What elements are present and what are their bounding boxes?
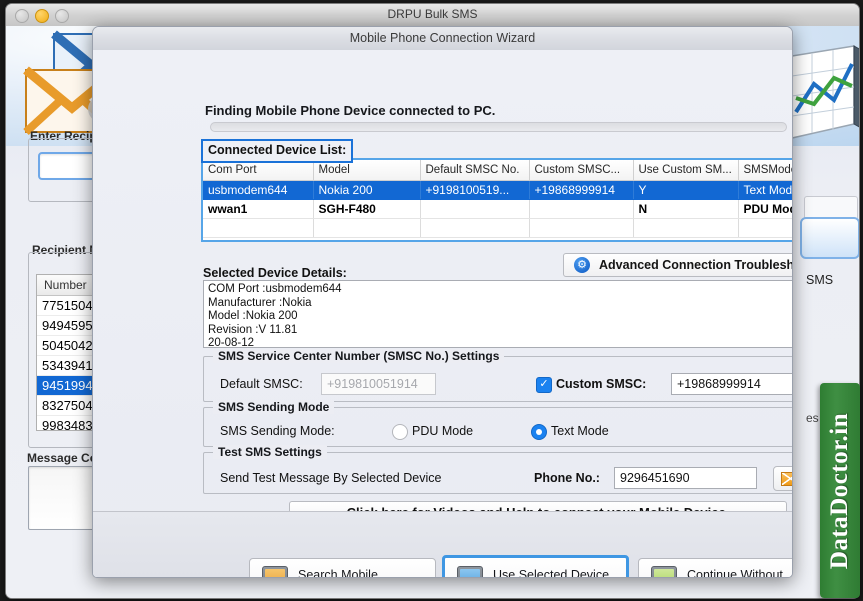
default-smsc-label: Default SMSC: (220, 377, 303, 391)
advanced-button-label: Advanced Connection Troubleshooting (599, 258, 793, 272)
device-table-row[interactable]: wwan1 SGH-F480 N PDU Mode (203, 199, 792, 219)
continue-button-label: Continue Without Device Selection (687, 568, 783, 578)
cell-default-smsc: +9198100519... (420, 180, 530, 200)
column-header-sms-mode[interactable]: SMSMode (738, 160, 792, 181)
main-window-title: DRPU Bulk SMS (387, 7, 478, 21)
test-sms-description: Send Test Message By Selected Device (220, 471, 442, 485)
cell-custom-smsc: +19868999914 (529, 180, 634, 200)
column-header-use-custom-smsc[interactable]: Use Custom SM... (633, 160, 739, 181)
cell-use-custom: N (633, 199, 739, 219)
desktop-background: DRPU Bulk SMS Enter Recip Recipient N Nu… (0, 0, 863, 601)
cell-com-port (203, 218, 314, 238)
cell-sms-mode (738, 218, 792, 238)
sms-sending-mode-legend: SMS Sending Mode (213, 400, 335, 414)
search-mobile-device-again-button[interactable]: Search Mobile Device Again (249, 558, 436, 578)
continue-without-device-button[interactable]: ✖ Continue Without Device Selection (638, 558, 792, 578)
cell-com-port: wwan1 (203, 199, 314, 219)
watermark-datadoctor: DataDoctor.in (820, 383, 860, 598)
cell-custom-smsc (529, 199, 634, 219)
cell-default-smsc (420, 199, 530, 219)
radio-pdu-mode[interactable] (392, 424, 408, 440)
phone-cancel-icon: ✖ (651, 566, 677, 577)
column-header-model[interactable]: Model (313, 160, 421, 181)
column-header-com-port[interactable]: Com Port (203, 160, 314, 181)
cell-custom-smsc (529, 218, 634, 238)
watermark-text: DataDoctor.in (826, 412, 854, 569)
connected-device-list-label: Connected Device List: (201, 139, 354, 163)
search-button-line1: Search Mobile (298, 568, 378, 578)
custom-smsc-input[interactable]: +19868999914 (671, 373, 792, 395)
send-test-sms-button[interactable]: Send (773, 466, 792, 491)
phone-no-label: Phone No.: (534, 471, 600, 485)
sms-partial-label: SMS (806, 273, 834, 287)
cell-model: Nokia 200 (313, 180, 421, 200)
cell-model (313, 218, 421, 238)
device-table-row-selected[interactable]: usbmodem644 Nokia 200 +9198100519... +19… (203, 180, 792, 200)
finding-device-heading: Finding Mobile Phone Device connected to… (205, 103, 496, 118)
use-selected-device-button[interactable]: ✔ Use Selected Device to Send SMS (442, 555, 629, 578)
phone-check-icon: ✔ (457, 566, 483, 577)
selected-device-details-label: Selected Device Details: (203, 266, 347, 280)
search-button-label: Search Mobile Device Again (298, 568, 378, 578)
cell-sms-mode: PDU Mode (738, 199, 792, 219)
cell-sms-mode: Text Mode (738, 180, 792, 200)
cell-use-custom (633, 218, 739, 238)
sms-sending-mode-label: SMS Sending Mode: (220, 424, 335, 438)
continue-button-line1: Continue Without (687, 568, 783, 578)
connected-device-table[interactable]: Com Port Model Default SMSC No. Custom S… (201, 158, 792, 242)
custom-smsc-checkbox[interactable]: ✓ (536, 377, 552, 393)
device-table-header-row: Com Port Model Default SMSC No. Custom S… (203, 160, 792, 181)
use-button-label: Use Selected Device to Send SMS (493, 568, 610, 578)
test-sms-settings-legend: Test SMS Settings (213, 445, 327, 459)
gear-icon: ⚙ (574, 257, 590, 273)
advanced-connection-troubleshooting-button[interactable]: ⚙ Advanced Connection Troubleshooting (563, 253, 793, 277)
test-phone-input[interactable]: 9296451690 (614, 467, 757, 489)
column-header-custom-smsc[interactable]: Custom SMSC... (529, 160, 634, 181)
cell-com-port: usbmodem644 (203, 180, 314, 200)
smsc-settings-legend: SMS Service Center Number (SMSC No.) Set… (213, 349, 505, 363)
radio-text-mode[interactable] (531, 424, 547, 440)
envelope-icon (781, 471, 792, 486)
selected-device-details-box: COM Port :usbmodem644 Manufacturer :Noki… (203, 280, 792, 348)
right-partial-button[interactable] (800, 217, 859, 259)
main-window-titlebar: DRPU Bulk SMS (6, 4, 859, 27)
default-smsc-field: +919810051914 (321, 373, 436, 395)
message-content-label: Message Co (27, 451, 98, 465)
cell-use-custom: Y (633, 180, 739, 200)
text-mode-label: Text Mode (551, 424, 609, 438)
cell-model: SGH-F480 (313, 199, 421, 219)
right-partial-text: es (806, 411, 819, 425)
phone-search-icon (262, 566, 288, 577)
device-table-row-empty[interactable] (203, 218, 792, 238)
mobile-connection-wizard-dialog: Mobile Phone Connection Wizard Finding M… (92, 26, 793, 578)
custom-smsc-label: Custom SMSC: (556, 377, 647, 391)
column-header-default-smsc[interactable]: Default SMSC No. (420, 160, 530, 181)
pdu-mode-label: PDU Mode (412, 424, 474, 438)
use-button-line1: Use Selected Device (493, 568, 610, 578)
product-box-graphic (788, 42, 859, 142)
search-progress-bar (210, 122, 787, 132)
wizard-body: Finding Mobile Phone Device connected to… (93, 50, 792, 577)
device-details-text: COM Port :usbmodem644 Manufacturer :Noki… (208, 283, 342, 348)
wizard-titlebar: Mobile Phone Connection Wizard (93, 27, 792, 51)
cell-default-smsc (420, 218, 530, 238)
